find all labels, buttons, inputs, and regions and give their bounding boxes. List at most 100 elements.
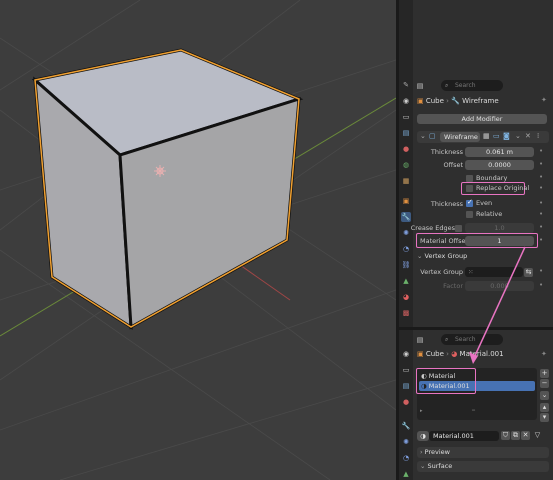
keyframe-dot[interactable]: • [539,160,543,168]
add-slot-button[interactable]: + [540,369,549,378]
wireframe-modifier-icon: ▢ [429,132,436,140]
keyframe-dot[interactable]: • [539,236,543,244]
offset-label: Offset [443,161,463,169]
chevron-down-icon[interactable]: ⌄ [420,132,426,140]
slot-menu-button[interactable]: ⌄ [540,391,549,400]
invert-vertex-group-button[interactable]: ⇆ [524,268,533,277]
unlink-material-button[interactable]: ✕ [521,431,530,440]
pin-icon[interactable]: ✦ [541,350,547,358]
factor-label: Factor [443,282,463,290]
chevron-down-icon: ⌄ [417,252,425,260]
search-input[interactable]: ⌕ Search [441,80,503,91]
move-slot-down-button[interactable]: ▾ [540,413,549,422]
3d-viewport[interactable] [0,0,396,480]
material-small-icon: ◕ [451,350,458,358]
properties-tabs: ✎ ◉ ▭ ▤ ● ◍ ▦ ▣ 🔧 ✺ ◔ ⛓ ▲ ◕ ▩ [399,0,413,327]
fake-user-button[interactable]: ⛉ [501,431,510,440]
output-tab-icon[interactable]: ▭ [401,112,411,122]
material-name-field[interactable]: Material.001 [429,431,499,441]
material-sphere-icon: ◑ [420,432,426,440]
scene-tab-icon[interactable]: ● [401,144,411,154]
keyframe-dot[interactable]: • [539,281,543,289]
camera-icon[interactable]: ◙ [503,132,510,140]
chevron-down-icon: ⌄ [420,462,428,470]
keyframe-dot[interactable]: • [539,210,543,218]
editor-type-icon[interactable]: ▤ [415,335,425,345]
vertex-group-section[interactable]: ⌄ Vertex Group [417,251,549,262]
boundary-checkbox[interactable] [466,175,473,182]
wrench-small-icon: 🔧 [451,97,460,105]
vertex-group-field[interactable]: ⁙ [465,267,523,277]
keyframe-dot[interactable]: • [539,267,543,275]
physics-tab-icon[interactable]: ◔ [401,453,411,463]
dropdown-icon[interactable]: ⌄ [515,132,521,140]
vertex-group-icon: ⁙ [468,268,474,276]
expand-icon[interactable]: ▸ [420,408,423,414]
add-modifier-button[interactable]: Add Modifier [417,114,547,124]
properties-panel-material: ◉ ▭ ▤ ● 🔧 ✺ ◔ ▲ ▤ ⌕ Search ▣ Cube › ◕ Ma… [399,330,553,480]
particles-tab-icon[interactable]: ✺ [401,437,411,447]
breadcrumb: ▣ Cube › 🔧 Wireframe [417,97,499,105]
constraints-tab-icon[interactable]: ⛓ [401,260,411,270]
editor-type-icon[interactable]: ▤ [415,81,425,91]
modifier-header[interactable]: ⌄ ▢ Wireframe ▦ ▭ ◙ ⌄ ✕ ⁞ [417,131,549,143]
scene-tab-icon[interactable]: ● [401,397,411,407]
wrench-icon[interactable]: 🔧 [401,421,411,431]
world-tab-icon[interactable]: ◍ [401,160,411,170]
render-tab-icon[interactable]: ◉ [401,349,411,359]
crease-edges-field[interactable]: 1.0 [465,223,534,233]
crease-edges-checkbox[interactable] [455,225,462,232]
data-tab-icon[interactable]: ▲ [401,276,411,286]
physics-tab-icon[interactable]: ◔ [401,244,411,254]
modifier-name-field[interactable]: Wireframe [440,132,480,142]
object-tab-icon[interactable]: ▣ [401,196,411,206]
offset-field[interactable]: 0.0000 [465,160,534,170]
factor-field[interactable]: 0.000 [465,281,534,291]
remove-slot-button[interactable]: − [540,379,549,388]
thickness-field[interactable]: 0.061 m [465,147,534,157]
wrench-icon[interactable]: 🔧 [401,212,411,222]
replace-original-checkbox[interactable] [466,185,473,192]
keyframe-dot[interactable]: • [539,199,543,207]
data-tab-icon[interactable]: ▲ [401,469,411,479]
texture-tab-icon[interactable]: ▩ [401,308,411,318]
edit-mode-icon[interactable]: ▦ [483,132,490,140]
surface-section[interactable]: ⌄ Surface [417,461,549,472]
output-tab-icon[interactable]: ▭ [401,365,411,375]
breadcrumb: ▣ Cube › ◕ Material.001 [417,350,504,358]
preview-section[interactable]: › Preview [417,447,549,458]
keyframe-dot[interactable]: • [539,147,543,155]
view-layer-tab-icon[interactable]: ▤ [401,381,411,391]
material-tab-icon[interactable]: ◕ [401,292,411,302]
duplicate-material-button[interactable]: ⧉ [511,431,520,440]
close-icon[interactable]: ✕ [525,132,531,140]
material-offset-field[interactable]: 1 [465,236,534,246]
tool-tab-icon[interactable]: ✎ [401,80,411,90]
thickness-options-label: Thickness [430,200,463,208]
vertex-group-label: Vertex Group [420,268,463,276]
relative-checkbox[interactable] [466,211,473,218]
move-slot-up-button[interactable]: ▴ [540,403,549,412]
monitor-icon[interactable]: ▭ [493,132,500,140]
keyframe-dot[interactable]: • [539,173,543,181]
render-tab-icon[interactable]: ◉ [401,96,411,106]
properties-tabs: ◉ ▭ ▤ ● 🔧 ✺ ◔ ▲ [399,330,413,480]
filter-icon[interactable]: ▽ [533,431,542,440]
keyframe-dot[interactable]: • [539,184,543,192]
crease-edges-label: Crease Edges [410,224,455,232]
viewport-scene [0,0,396,480]
chevron-right-icon: › [420,448,425,456]
search-icon: ⌕ [445,82,449,89]
drag-handle-icon[interactable]: ⁞ [537,132,539,140]
resize-handle-icon[interactable]: ═ [472,408,475,414]
even-checkbox[interactable] [466,198,473,207]
view-layer-tab-icon[interactable]: ▤ [401,128,411,138]
search-input[interactable]: ⌕ Search [441,334,503,345]
pin-icon[interactable]: ✦ [541,96,547,104]
highlight-box-material-slots [416,368,476,394]
particles-tab-icon[interactable]: ✺ [401,228,411,238]
keyframe-dot[interactable]: • [539,223,543,231]
browse-material-button[interactable]: ◑ [417,431,429,441]
cube-object[interactable] [31,48,304,330]
collection-tab-icon[interactable]: ▦ [401,176,411,186]
